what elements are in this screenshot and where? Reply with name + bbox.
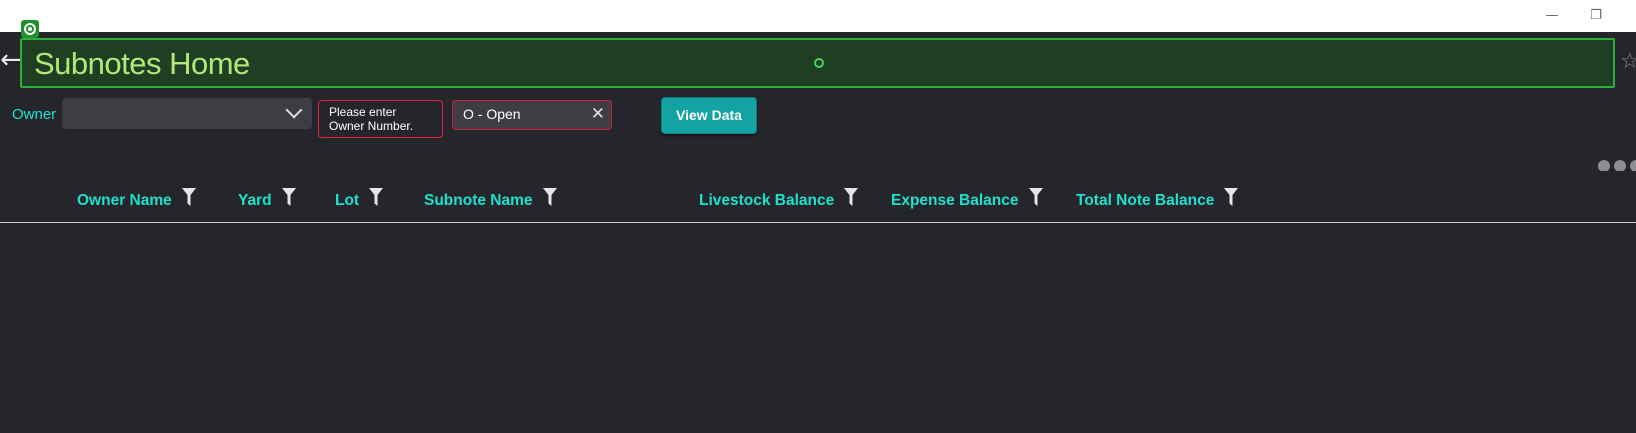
column-header-owner-name[interactable]: Owner Name [77,188,196,210]
owner-error-message: Please enter Owner Number. [318,100,443,138]
restore-button[interactable]: ❐ [1588,8,1604,24]
filter-icon[interactable] [181,188,196,206]
minimize-button[interactable]: — [1544,8,1560,24]
filter-icon[interactable] [1028,188,1043,206]
column-header-total-note-balance[interactable]: Total Note Balance [1076,188,1239,210]
column-header-livestock-balance[interactable]: Livestock Balance [699,188,859,210]
filter-icon[interactable] [1224,188,1239,206]
column-label: Subnote Name [424,192,533,209]
filter-icon[interactable] [542,188,557,206]
chevron-down-icon[interactable] [285,101,303,119]
grid-header-divider [0,222,1636,223]
filter-icon[interactable] [844,188,859,206]
title-indicator-icon [814,58,824,68]
owner-dropdown[interactable] [62,98,312,129]
column-header-expense-balance[interactable]: Expense Balance [891,188,1043,210]
back-arrow-icon[interactable]: ← [0,44,22,76]
column-label: Lot [335,192,360,209]
column-label: Owner Name [77,192,172,209]
status-value: O - Open [463,106,521,122]
filter-icon[interactable] [281,188,296,206]
owner-label: Owner [12,106,57,123]
grid-header: Owner Name Yard Lot Subnote Name Livesto… [0,180,1636,223]
page-title: Subnotes Home [34,46,250,81]
column-label: Livestock Balance [699,192,835,209]
view-data-button[interactable]: View Data [661,97,757,134]
column-header-lot[interactable]: Lot [335,188,384,210]
column-header-yard[interactable]: Yard [238,188,296,210]
status-filter-field[interactable]: O - Open ✕ [452,100,612,130]
column-label: Expense Balance [891,192,1019,209]
window-titlebar: — ❐ [0,0,1636,32]
clear-icon[interactable]: ✕ [591,101,605,128]
column-label: Yard [238,192,272,209]
app-logo-icon [21,20,39,38]
page-title-bar: Subnotes Home [20,38,1615,88]
star-icon[interactable]: ☆ [1620,48,1636,76]
column-label: Total Note Balance [1076,192,1215,209]
more-options-icon[interactable] [1598,159,1636,171]
filter-icon[interactable] [369,188,384,206]
column-header-subnote-name[interactable]: Subnote Name [424,188,557,210]
